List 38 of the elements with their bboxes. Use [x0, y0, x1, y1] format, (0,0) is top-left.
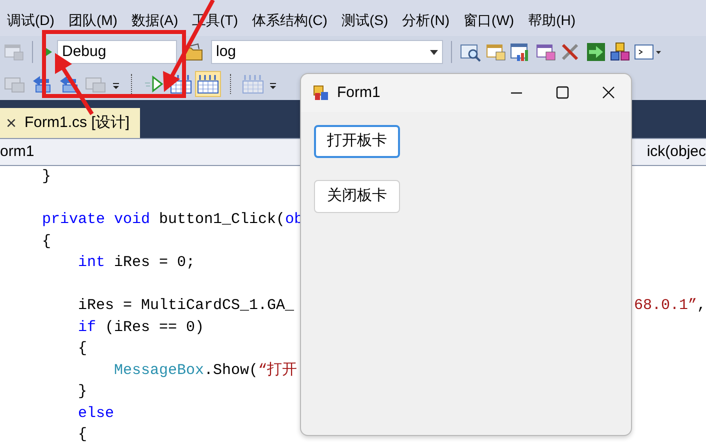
close-button[interactable]: ×: [6, 110, 17, 136]
menu-item[interactable]: 数据(A): [124, 10, 186, 31]
grid-icon[interactable]: [195, 71, 221, 97]
code-line: {: [41, 232, 52, 252]
menu-item[interactable]: 分析(N): [395, 10, 457, 31]
form-button[interactable]: 关闭板卡: [314, 180, 400, 213]
code-line: {: [77, 425, 88, 445]
member-dropdown[interactable]: ick(objec: [646, 140, 706, 164]
code-line: }: [41, 167, 52, 187]
document-tab[interactable]: × Form1.cs [设计]: [0, 108, 140, 138]
code-line: {: [77, 339, 88, 359]
window-icon[interactable]: [486, 43, 506, 61]
code-line: int iRes = 0;: [77, 253, 196, 273]
menu-item[interactable]: 测试(S): [334, 10, 396, 31]
dropdown-icon[interactable]: [430, 50, 438, 54]
menu-item[interactable]: 体系结构(C): [245, 10, 334, 31]
console-icon[interactable]: [634, 42, 662, 62]
windows-icon[interactable]: [610, 42, 630, 62]
code-line: iRes = MultiCardCS_1.GA_: [77, 296, 294, 316]
code-line: }: [77, 382, 88, 402]
folder-icon[interactable]: [184, 43, 204, 61]
menu-item[interactable]: 窗口(W): [456, 10, 522, 31]
target-field[interactable]: log: [211, 40, 443, 64]
code-line: 68.0.1”,: [634, 296, 706, 316]
magnifier-icon[interactable]: [460, 42, 482, 62]
class-dropdown[interactable]: orm1: [0, 140, 34, 164]
menu-item[interactable]: 团队(M): [61, 10, 124, 31]
tab-label: Form1.cs [设计]: [24, 112, 131, 133]
window-icon[interactable]: [536, 43, 556, 61]
menu-item[interactable]: 调试(D): [0, 10, 62, 31]
code-line: MessageBox.Show(“打开: [113, 360, 298, 380]
form-button[interactable]: 打开板卡: [314, 125, 400, 158]
configuration-field[interactable]: Debug: [57, 40, 177, 64]
form-title: Form1: [337, 82, 380, 103]
form-icon: [313, 85, 329, 101]
menu-item[interactable]: 帮助(H): [521, 10, 583, 31]
code-line: else: [77, 404, 114, 424]
code-line: if (iRes == 0): [77, 318, 204, 338]
